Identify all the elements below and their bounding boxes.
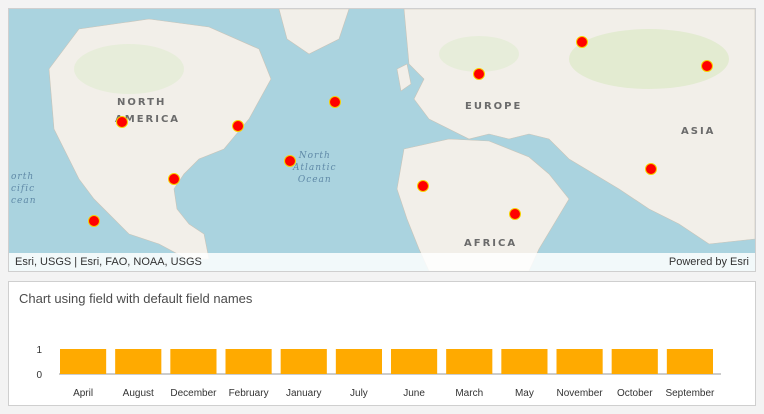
map-marker[interactable] [168, 173, 180, 185]
x-tick-label: August [123, 388, 154, 399]
map-marker[interactable] [417, 180, 429, 192]
map-marker[interactable] [88, 215, 100, 227]
map-canvas[interactable]: NORTH AMERICA EUROPE ASIA AFRICA North A… [9, 9, 755, 271]
land-uk [396, 63, 412, 92]
x-tick-label: December [170, 388, 217, 399]
map-attribution-bar: Esri, USGS | Esri, FAO, NOAA, USGS Power… [9, 253, 755, 271]
y-tick-label: 1 [36, 345, 42, 356]
label-africa: AFRICA [464, 238, 518, 249]
map-marker[interactable] [576, 36, 588, 48]
bar-june[interactable] [391, 349, 438, 374]
map-marker[interactable] [645, 163, 657, 175]
label-asia: ASIA [681, 126, 716, 137]
map-marker[interactable] [473, 68, 485, 80]
x-tick-label: September [665, 388, 715, 399]
x-tick-label: March [455, 388, 483, 399]
label-europe: EUROPE [465, 101, 523, 112]
bar-september[interactable] [666, 349, 713, 374]
bar-august[interactable] [115, 349, 162, 374]
map-marker[interactable] [509, 208, 521, 220]
bar-april[interactable] [60, 349, 107, 374]
chart-panel: Chart using field with default field nam… [8, 281, 756, 406]
map-marker[interactable] [116, 116, 128, 128]
land-africa [396, 138, 570, 271]
bar-october[interactable] [611, 349, 658, 374]
x-tick-label: May [515, 388, 534, 399]
bar-february[interactable] [225, 349, 272, 374]
label-north-pacific: orth cific cean [11, 172, 37, 206]
x-tick-label: April [73, 388, 93, 399]
label-north-atlantic: North Atlantic Ocean [293, 151, 337, 185]
map-view[interactable]: NORTH AMERICA EUROPE ASIA AFRICA North A… [8, 8, 756, 272]
bar-november[interactable] [556, 349, 603, 374]
label-north-america-1: NORTH [117, 97, 167, 108]
bar-may[interactable] [501, 349, 548, 374]
bar-july[interactable] [335, 349, 382, 374]
bar-december[interactable] [170, 349, 217, 374]
x-tick-label: November [557, 388, 604, 399]
x-tick-label: January [286, 388, 322, 399]
map-marker[interactable] [701, 60, 713, 72]
map-marker[interactable] [232, 120, 244, 132]
map-marker[interactable] [284, 155, 296, 167]
basemap [48, 9, 755, 271]
x-tick-label: February [229, 388, 269, 399]
map-marker[interactable] [329, 96, 341, 108]
land-greenland [278, 9, 350, 55]
y-tick-label: 0 [36, 370, 42, 381]
bar-chart: 1 0 April August December February January July… [36, 345, 721, 399]
bar-march[interactable] [446, 349, 493, 374]
powered-by-link[interactable]: Powered by Esri [669, 256, 749, 268]
bar-january[interactable] [280, 349, 327, 374]
x-tick-label: July [350, 388, 368, 399]
x-tick-label: October [617, 388, 653, 399]
x-tick-label: June [403, 388, 425, 399]
attribution-text[interactable]: Esri, USGS | Esri, FAO, NOAA, USGS [15, 256, 202, 268]
